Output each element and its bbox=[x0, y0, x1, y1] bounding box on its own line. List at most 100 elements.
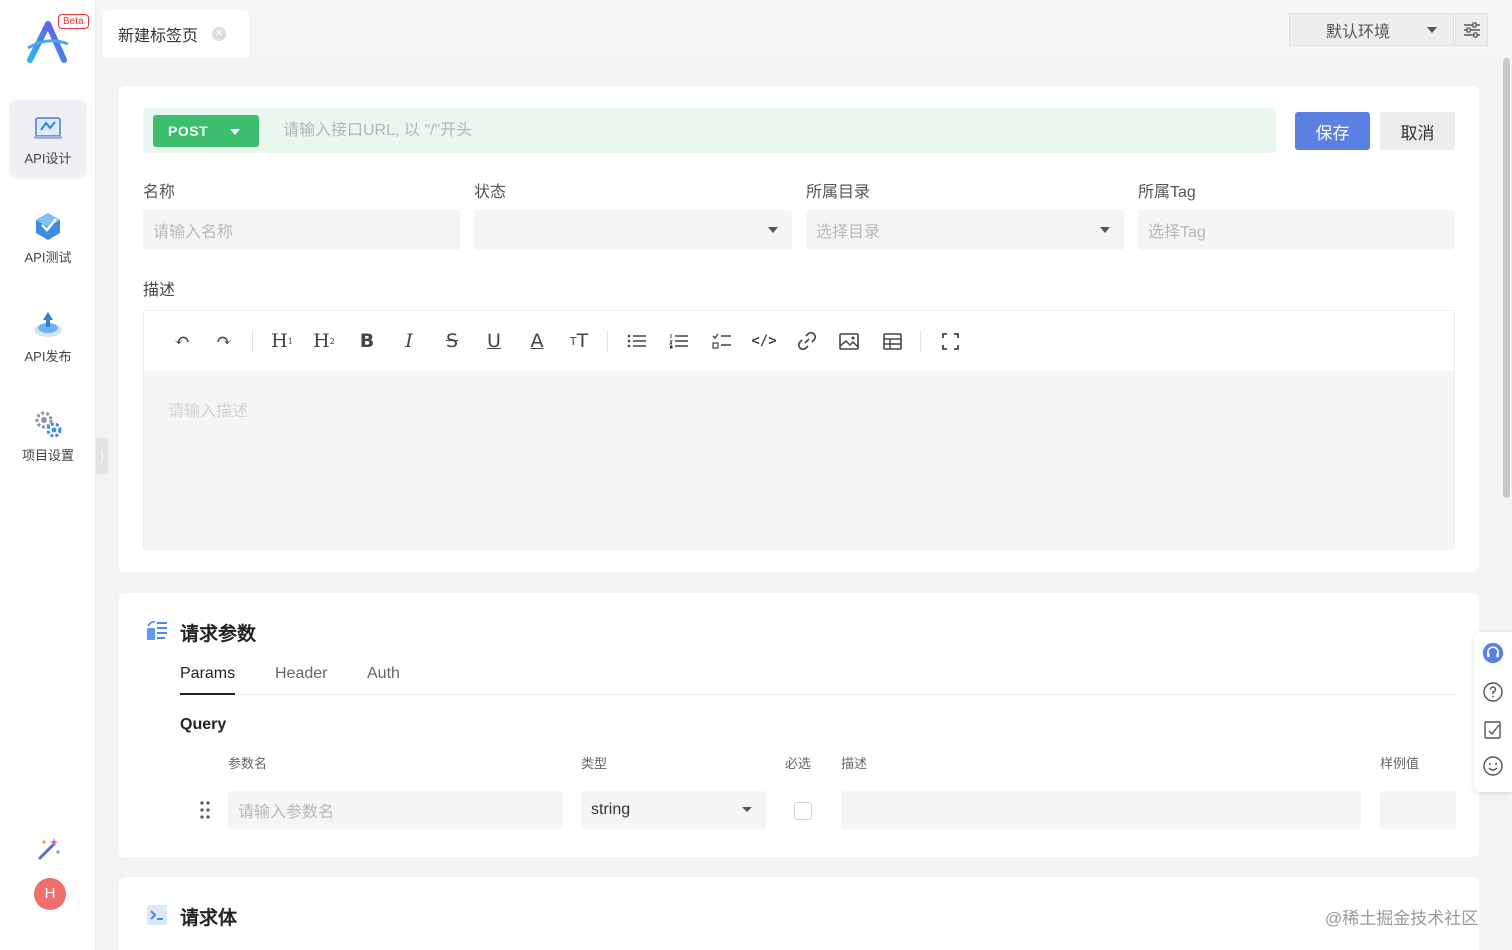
method-select[interactable]: POST bbox=[153, 115, 259, 147]
column-header-type: 类型 bbox=[581, 756, 608, 771]
sidebar-item-api-design[interactable]: API设计 bbox=[10, 100, 86, 176]
tab-title: 新建标签页 bbox=[118, 28, 199, 45]
name-input[interactable]: 请输入名称 bbox=[143, 210, 460, 250]
heading-2-icon[interactable]: H2 bbox=[312, 329, 336, 353]
param-name-placeholder: 请输入参数名 bbox=[238, 804, 335, 821]
column-header-example: 样例值 bbox=[1380, 756, 1420, 771]
fullscreen-icon[interactable] bbox=[938, 329, 962, 353]
editor-toolbar: ↶ ↷ H1 H2 B I S U A TT </> bbox=[144, 311, 1454, 371]
name-placeholder: 请输入名称 bbox=[153, 224, 234, 241]
param-description-input[interactable] bbox=[841, 791, 1361, 829]
link-icon[interactable] bbox=[795, 329, 819, 353]
chevron-down-icon bbox=[1427, 27, 1437, 33]
param-name-input[interactable]: 请输入参数名 bbox=[228, 791, 563, 829]
column-header-param-name: 参数名 bbox=[228, 756, 268, 771]
feedback-button[interactable] bbox=[1482, 719, 1504, 741]
request-body-icon bbox=[147, 905, 167, 925]
params-tabs: Params Header Auth bbox=[180, 665, 1456, 695]
drag-handle-icon[interactable] bbox=[199, 800, 211, 820]
directory-label: 所属目录 bbox=[806, 184, 871, 201]
watermark: @稀土掘金技术社区 bbox=[1325, 909, 1479, 928]
edit-note-icon bbox=[1484, 721, 1501, 739]
smile-icon bbox=[1483, 756, 1503, 776]
api-publish-icon bbox=[34, 311, 62, 337]
sidebar-item-project-settings[interactable]: 项目设置 bbox=[10, 397, 86, 473]
cancel-button[interactable]: 取消 bbox=[1380, 112, 1455, 150]
url-input[interactable] bbox=[283, 116, 1243, 146]
tag-placeholder: 选择Tag bbox=[1148, 224, 1206, 241]
sidebar-item-api-test[interactable]: API测试 bbox=[10, 199, 86, 275]
api-test-icon bbox=[36, 212, 60, 240]
redo-icon[interactable]: ↷ bbox=[212, 329, 236, 353]
save-button[interactable]: 保存 bbox=[1295, 112, 1370, 150]
environment-select[interactable]: 默认环境 bbox=[1289, 13, 1454, 46]
close-icon[interactable]: ✕ bbox=[212, 27, 227, 41]
tab-bar: 新建标签页 ✕ 默认环境 bbox=[97, 0, 1512, 58]
font-size-icon[interactable]: TT bbox=[567, 329, 591, 353]
sidebar: Beta API设计 API测试 API发布 项目设置 H bbox=[0, 0, 96, 950]
tab-header[interactable]: Header bbox=[275, 665, 327, 695]
magic-wand-icon[interactable] bbox=[36, 836, 62, 862]
param-type-select[interactable]: string bbox=[581, 791, 766, 829]
chevron-down-icon bbox=[742, 807, 752, 812]
sidebar-item-label: API发布 bbox=[24, 348, 72, 364]
param-example-input[interactable] bbox=[1380, 791, 1456, 829]
strikethrough-icon[interactable]: S bbox=[440, 329, 464, 353]
sidebar-item-label: 项目设置 bbox=[21, 447, 74, 463]
headset-icon bbox=[1482, 642, 1504, 664]
tag-select[interactable]: 选择Tag bbox=[1138, 210, 1455, 250]
heading-1-icon[interactable]: H1 bbox=[270, 329, 294, 353]
request-body-title: 请求体 bbox=[180, 908, 238, 929]
sidebar-item-label: API测试 bbox=[24, 249, 72, 265]
customer-service-button[interactable] bbox=[1482, 642, 1504, 664]
checklist-icon[interactable] bbox=[710, 329, 734, 353]
description-textarea[interactable]: 请输入描述 bbox=[144, 371, 1454, 550]
name-label: 名称 bbox=[143, 184, 176, 201]
request-body-panel: 请求体 bbox=[119, 877, 1479, 950]
question-icon bbox=[1483, 682, 1503, 702]
param-required-checkbox[interactable] bbox=[794, 802, 812, 820]
tab-new[interactable]: 新建标签页 ✕ bbox=[103, 10, 249, 58]
chevron-down-icon bbox=[230, 129, 240, 135]
code-icon[interactable]: </> bbox=[751, 329, 776, 353]
request-params-panel: 请求参数 Params Header Auth Query 参数名 类型 必选 … bbox=[119, 593, 1479, 857]
sidebar-item-api-publish[interactable]: API发布 bbox=[10, 298, 86, 374]
italic-icon[interactable]: I bbox=[397, 329, 421, 353]
help-button[interactable] bbox=[1482, 681, 1504, 703]
undo-icon[interactable]: ↶ bbox=[170, 329, 194, 353]
environment-value: 默认环境 bbox=[1326, 23, 1391, 41]
params-section-title: 请求参数 bbox=[180, 624, 257, 645]
floating-help-bar bbox=[1474, 632, 1512, 792]
status-select[interactable] bbox=[474, 210, 792, 250]
text-color-icon[interactable]: A bbox=[525, 329, 549, 353]
underline-icon[interactable]: U bbox=[482, 329, 506, 353]
bullet-list-icon[interactable] bbox=[625, 329, 649, 353]
page-scrollbar[interactable] bbox=[1503, 58, 1510, 498]
tab-params[interactable]: Params bbox=[180, 665, 236, 695]
bold-icon[interactable]: B bbox=[355, 329, 379, 353]
params-section-icon bbox=[147, 621, 167, 640]
table-icon[interactable] bbox=[880, 329, 904, 353]
sliders-icon bbox=[1463, 21, 1480, 38]
api-design-icon bbox=[34, 116, 62, 139]
avatar[interactable]: H bbox=[34, 878, 66, 910]
description-editor: ↶ ↷ H1 H2 B I S U A TT </> 请输入描述 bbox=[143, 310, 1455, 550]
query-label: Query bbox=[180, 716, 227, 733]
status-label: 状态 bbox=[474, 184, 507, 201]
tab-auth[interactable]: Auth bbox=[367, 665, 400, 695]
column-header-required: 必选 bbox=[785, 756, 812, 771]
directory-select[interactable]: 选择目录 bbox=[806, 210, 1124, 250]
project-settings-icon bbox=[35, 411, 62, 437]
sidebar-collapse-handle[interactable]: ⟩ bbox=[96, 438, 108, 474]
community-button[interactable] bbox=[1482, 755, 1504, 777]
chevron-down-icon bbox=[768, 227, 778, 233]
tag-label: 所属Tag bbox=[1138, 184, 1196, 201]
url-bar: POST bbox=[143, 108, 1276, 153]
image-icon[interactable] bbox=[837, 329, 861, 353]
numbered-list-icon[interactable] bbox=[667, 329, 691, 353]
beta-badge: Beta bbox=[58, 14, 89, 29]
directory-placeholder: 选择目录 bbox=[816, 224, 881, 241]
description-label: 描述 bbox=[143, 282, 176, 299]
description-placeholder: 请输入描述 bbox=[168, 403, 249, 420]
environment-settings-button[interactable] bbox=[1455, 13, 1488, 46]
